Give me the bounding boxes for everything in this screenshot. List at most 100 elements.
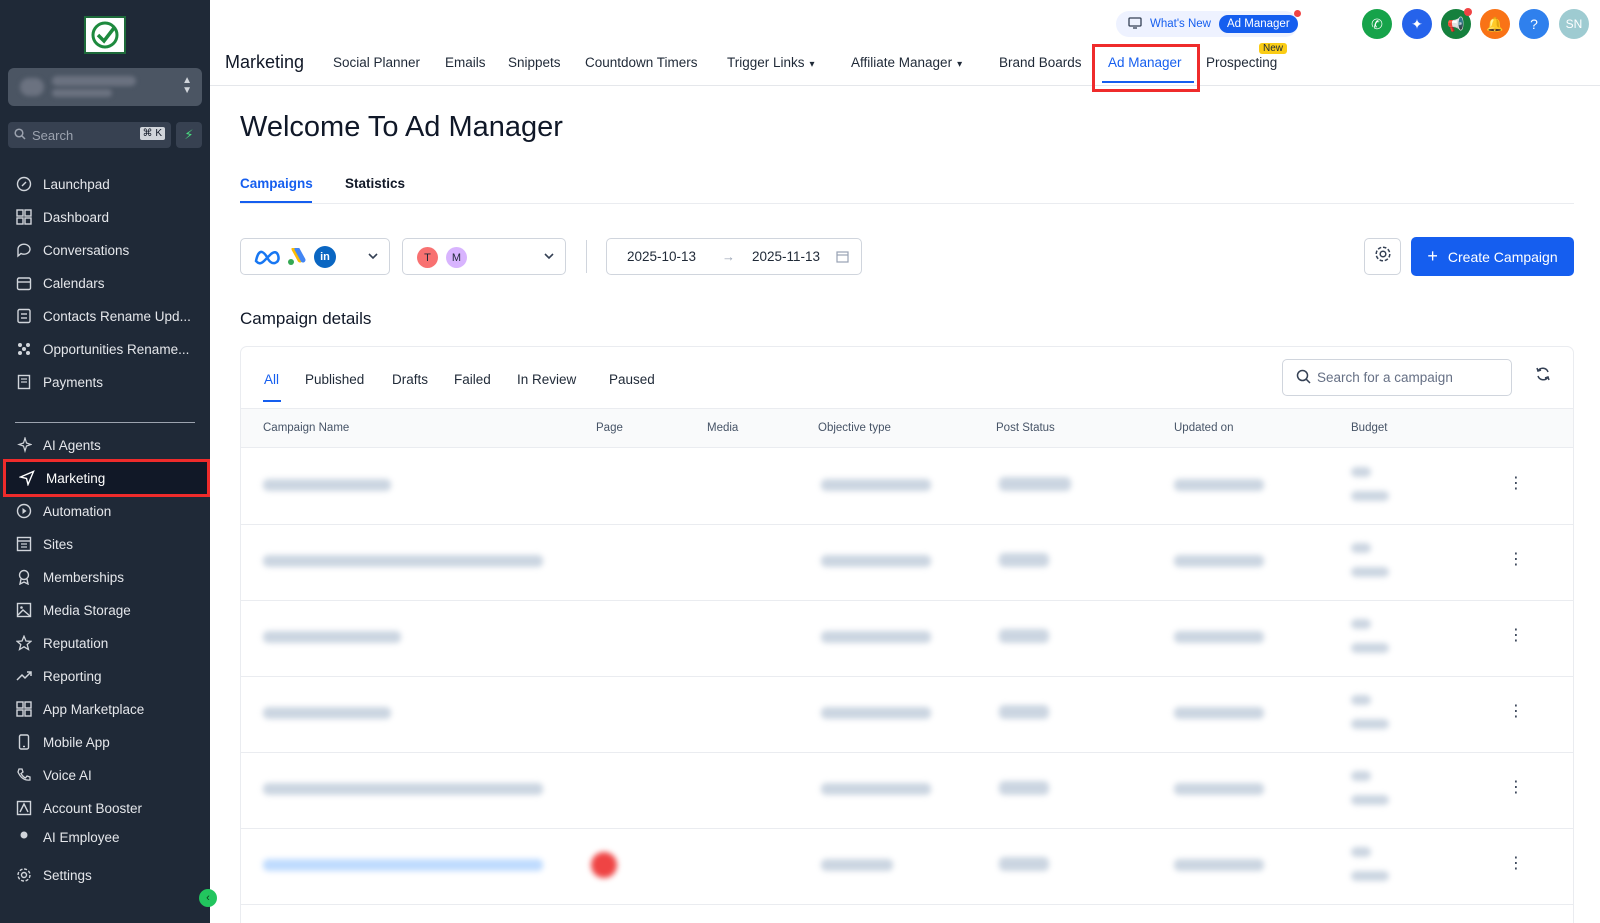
- sidebar-item-account-booster[interactable]: Account Booster: [6, 793, 204, 823]
- quick-action-button[interactable]: ⚡: [176, 122, 202, 148]
- column-header[interactable]: Objective type: [818, 422, 891, 434]
- column-header[interactable]: Media: [707, 422, 738, 434]
- sidebar-item-sites[interactable]: Sites: [6, 529, 204, 559]
- status-tab-all[interactable]: All: [264, 372, 279, 387]
- notifications-button[interactable]: 🔔: [1480, 9, 1510, 39]
- sidebar-item-automation[interactable]: Automation: [6, 496, 204, 526]
- sidebar-item-dashboard[interactable]: Dashboard: [6, 202, 204, 232]
- table-row[interactable]: ⋮: [241, 525, 1573, 601]
- tab-brand-boards[interactable]: Brand Boards: [999, 55, 1082, 70]
- create-campaign-button[interactable]: + Create Campaign: [1411, 237, 1574, 276]
- sidebar-item-settings[interactable]: Settings: [6, 860, 204, 890]
- status-tab-failed[interactable]: Failed: [454, 372, 491, 387]
- opportunities-icon: [15, 340, 33, 358]
- tab-campaigns[interactable]: Campaigns: [240, 176, 313, 191]
- sidebar-item-label: Sites: [43, 536, 74, 552]
- announcements-button[interactable]: 📢: [1441, 8, 1472, 39]
- column-header[interactable]: Updated on: [1174, 422, 1233, 434]
- tab-emails[interactable]: Emails: [445, 55, 486, 70]
- platform-filter[interactable]: in: [240, 238, 390, 275]
- company-logo[interactable]: [84, 16, 126, 54]
- sidebar-item-ai-agents[interactable]: AI Agents: [6, 430, 204, 460]
- sidebar-item-label: Contacts Rename Upd...: [43, 308, 191, 324]
- user-avatar[interactable]: SN: [1559, 9, 1589, 39]
- sidebar-item-memberships[interactable]: Memberships: [6, 562, 204, 592]
- tab-statistics[interactable]: Statistics: [345, 176, 405, 191]
- page-avatar: [591, 852, 617, 878]
- sidebar-item-reporting[interactable]: Reporting: [6, 661, 204, 691]
- table-row[interactable]: ⋮: [241, 449, 1573, 525]
- status-tab-published[interactable]: Published: [305, 372, 364, 387]
- tab-ad-manager[interactable]: Ad Manager: [1092, 44, 1200, 92]
- whats-new-button[interactable]: What's New Ad Manager: [1116, 10, 1301, 37]
- date-range-picker[interactable]: 2025-10-13 → 2025-11-13: [606, 238, 862, 275]
- settings-button[interactable]: [1364, 238, 1401, 275]
- sidebar-item-calendars[interactable]: Calendars: [6, 268, 204, 298]
- sidebar-search[interactable]: Search ⌘ K: [8, 122, 171, 148]
- row-menu-icon[interactable]: ⋮: [1508, 780, 1524, 796]
- campaign-search-input[interactable]: Search for a campaign: [1282, 359, 1512, 396]
- sidebar-item-opportunities[interactable]: Opportunities Rename...: [6, 334, 204, 364]
- grid-icon: [15, 700, 33, 718]
- sidebar-item-contacts[interactable]: Contacts Rename Upd...: [6, 301, 204, 331]
- tab-snippets[interactable]: Snippets: [508, 55, 561, 70]
- megaphone-icon: 📢: [1447, 15, 1465, 32]
- sidebar-item-reputation[interactable]: Reputation: [6, 628, 204, 658]
- sidebar-item-mobile-app[interactable]: Mobile App: [6, 727, 204, 757]
- avatar-initials: SN: [1565, 17, 1583, 31]
- grid-icon: [15, 208, 33, 226]
- sidebar-item-media-storage[interactable]: Media Storage: [6, 595, 204, 625]
- tab-prospecting[interactable]: Prospecting: [1206, 55, 1277, 70]
- column-header[interactable]: Budget: [1351, 422, 1387, 434]
- tab-social-planner[interactable]: Social Planner: [333, 55, 420, 70]
- ad-account-filter[interactable]: T M: [402, 238, 566, 275]
- tab-trigger-links[interactable]: Trigger Links ▾: [727, 55, 815, 70]
- status-tab-drafts[interactable]: Drafts: [392, 372, 428, 387]
- row-menu-icon[interactable]: ⋮: [1508, 552, 1524, 568]
- column-header[interactable]: Campaign Name: [263, 422, 349, 434]
- dot-icon: [15, 830, 33, 840]
- sidebar-item-label: Media Storage: [43, 602, 131, 618]
- sidebar-item-app-marketplace[interactable]: App Marketplace: [6, 694, 204, 724]
- sidebar-item-label: Launchpad: [43, 176, 110, 192]
- refresh-button[interactable]: [1532, 365, 1554, 387]
- table-row[interactable]: ⋮: [241, 677, 1573, 753]
- row-menu-icon[interactable]: ⋮: [1508, 856, 1524, 872]
- tab-label: Affiliate Manager: [851, 55, 953, 70]
- tab-countdown-timers[interactable]: Countdown Timers: [585, 55, 698, 70]
- tab-affiliate-manager[interactable]: Affiliate Manager ▾: [851, 55, 962, 70]
- sidebar-item-label: Dashboard: [43, 209, 110, 225]
- account-switcher[interactable]: ▲ ▼: [8, 68, 202, 106]
- account-avatar: T: [417, 247, 438, 268]
- star-icon: [15, 634, 33, 652]
- sparkle-icon: [15, 436, 33, 454]
- row-menu-icon[interactable]: ⋮: [1508, 704, 1524, 720]
- sparkle-icon: ✦: [1411, 15, 1423, 32]
- collapse-sidebar-button[interactable]: ‹: [199, 889, 217, 907]
- sidebar-item-conversations[interactable]: Conversations: [6, 235, 204, 265]
- sidebar-item-label: Calendars: [43, 275, 105, 291]
- column-header[interactable]: Post Status: [996, 422, 1055, 434]
- table-row[interactable]: ⋮: [241, 753, 1573, 829]
- sidebar-item-marketing[interactable]: Marketing: [3, 459, 210, 497]
- status-tab-in-review[interactable]: In Review: [517, 372, 576, 387]
- row-menu-icon[interactable]: ⋮: [1508, 476, 1524, 492]
- column-header[interactable]: Page: [596, 422, 623, 434]
- chevron-up-down-icon: ▲ ▼: [182, 75, 192, 96]
- arrow-right-icon: →: [722, 249, 735, 264]
- table-row[interactable]: ⋮: [241, 829, 1573, 905]
- row-menu-icon[interactable]: ⋮: [1508, 628, 1524, 644]
- ai-assistant-button[interactable]: ✦: [1402, 9, 1432, 39]
- help-button[interactable]: ?: [1519, 9, 1549, 39]
- status-tab-paused[interactable]: Paused: [609, 372, 655, 387]
- trend-icon: [15, 667, 33, 685]
- sidebar-item-ai-employee[interactable]: AI Employee: [6, 826, 204, 848]
- gear-icon: [15, 866, 33, 884]
- phone-button[interactable]: ✆: [1362, 9, 1392, 39]
- automation-icon: [15, 502, 33, 520]
- sidebar-item-payments[interactable]: Payments: [6, 367, 204, 397]
- table-row[interactable]: ⋮: [241, 601, 1573, 677]
- sidebar-item-launchpad[interactable]: Launchpad: [6, 169, 204, 199]
- refresh-icon: [1535, 366, 1551, 387]
- sidebar-item-voice-ai[interactable]: Voice AI: [6, 760, 204, 790]
